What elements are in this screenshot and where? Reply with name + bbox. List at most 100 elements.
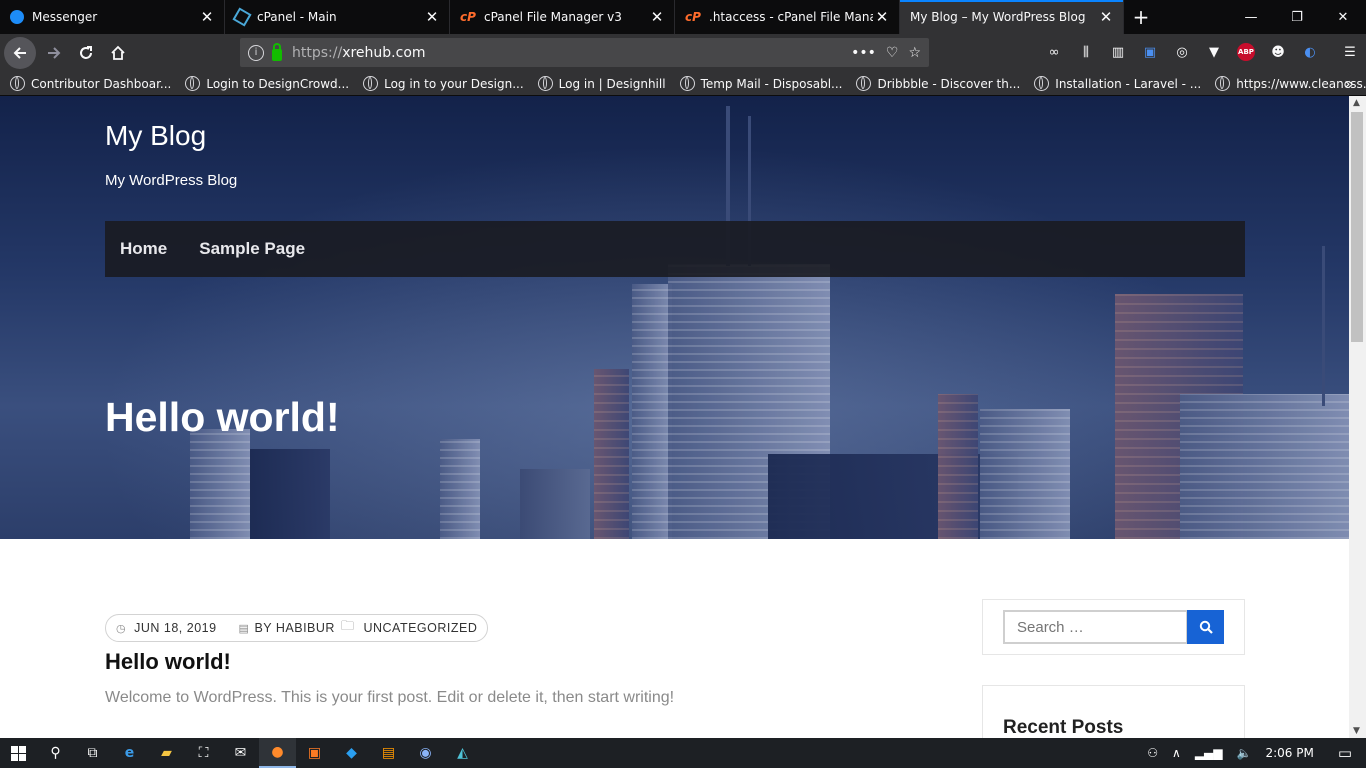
windows-logo-icon bbox=[11, 745, 26, 761]
bookmark-label: Temp Mail - Disposabl... bbox=[700, 76, 843, 91]
antenna bbox=[1322, 246, 1325, 406]
bookmark-label: Log in | Designhill bbox=[558, 76, 666, 91]
post-author[interactable]: BY HABIBUR bbox=[254, 621, 335, 635]
navigation-toolbar: i https:// xrehub.com ••• ♡ ☆ ∞ ⫼ ▥ ▣ ◎ … bbox=[0, 34, 1366, 72]
translate-icon[interactable]: ▣ bbox=[1136, 37, 1164, 67]
building bbox=[250, 449, 330, 539]
globe-icon bbox=[10, 76, 25, 91]
bookmark-label: Contributor Dashboar... bbox=[31, 76, 172, 91]
vue-icon[interactable]: ▼ bbox=[1200, 37, 1228, 67]
bookmark-item[interactable]: Installation - Laravel - ... bbox=[1034, 76, 1201, 91]
close-icon[interactable]: ✕ bbox=[1097, 8, 1115, 26]
xampp-icon[interactable]: ▣ bbox=[296, 738, 333, 768]
menu-icon[interactable]: ☰ bbox=[1336, 37, 1364, 67]
adblock-icon[interactable]: ABP bbox=[1237, 43, 1255, 61]
sidebar-icon[interactable]: ▥ bbox=[1104, 37, 1132, 67]
url-bar[interactable]: i https:// xrehub.com ••• ♡ ☆ bbox=[240, 38, 929, 67]
library-icon[interactable]: ⫼ bbox=[1072, 37, 1100, 67]
tab-my-blog[interactable]: My Blog – My WordPress Blog ✕ bbox=[900, 0, 1124, 34]
post-category[interactable]: UNCATEGORIZED bbox=[363, 621, 477, 635]
scroll-up-icon[interactable]: ▲ bbox=[1353, 98, 1360, 108]
close-icon[interactable]: ✕ bbox=[648, 8, 666, 26]
menu-item-home[interactable]: Home bbox=[120, 239, 167, 259]
bookmark-item[interactable]: Contributor Dashboar... bbox=[10, 76, 171, 91]
cpanel-icon: cP bbox=[460, 10, 476, 24]
new-tab-button[interactable]: + bbox=[1124, 0, 1158, 34]
bookmark-star-icon[interactable]: ☆ bbox=[908, 45, 921, 61]
post-title[interactable]: Hello world! bbox=[105, 649, 231, 675]
close-icon[interactable]: ✕ bbox=[873, 8, 891, 26]
extension-icon[interactable]: ◎ bbox=[1168, 37, 1196, 67]
bookmark-item[interactable]: Log in | Designhill bbox=[537, 76, 666, 91]
extension-globe-icon[interactable]: ◐ bbox=[1296, 37, 1324, 67]
back-button[interactable] bbox=[4, 37, 36, 69]
chevron-up-icon[interactable]: ∧ bbox=[1172, 746, 1181, 760]
maximize-button[interactable]: ❐ bbox=[1274, 0, 1320, 34]
tab-file-manager[interactable]: cP cPanel File Manager v3 ✕ bbox=[450, 0, 675, 34]
search-input[interactable] bbox=[1003, 610, 1188, 644]
building bbox=[1180, 394, 1349, 539]
tab-cpanel-main[interactable]: cPanel - Main ✕ bbox=[225, 0, 450, 34]
globe-icon bbox=[679, 76, 695, 91]
pocket-icon[interactable]: ♡ bbox=[886, 45, 899, 61]
avatar-icon[interactable]: ☻ bbox=[1264, 37, 1292, 67]
mail-icon[interactable]: ✉ bbox=[222, 738, 259, 768]
volume-icon[interactable]: 🔈 bbox=[1237, 746, 1252, 760]
building bbox=[190, 429, 250, 539]
bookmarks-toolbar: Contributor Dashboar... Login to DesignC… bbox=[0, 72, 1366, 96]
notifications-icon[interactable]: ▭ bbox=[1338, 744, 1352, 762]
hero-header: My Blog My WordPress Blog Home Sample Pa… bbox=[0, 96, 1349, 539]
tab-title: .htaccess - cPanel File Manager bbox=[709, 10, 873, 24]
firefox-icon[interactable]: ● bbox=[259, 738, 296, 768]
home-button[interactable] bbox=[102, 37, 134, 69]
post-meta: ◷ JUN 18, 2019 ▤ BY HABIBUR 🗀 UNCATEGORI… bbox=[105, 614, 489, 642]
info-icon[interactable]: i bbox=[248, 44, 264, 61]
edge-icon[interactable]: e bbox=[111, 738, 148, 768]
sublime-icon[interactable]: ▤ bbox=[370, 738, 407, 768]
primary-menu: Home Sample Page bbox=[105, 221, 1245, 277]
lock-icon[interactable] bbox=[272, 42, 282, 61]
chrome-icon[interactable]: ◉ bbox=[407, 738, 444, 768]
building bbox=[632, 284, 672, 539]
chevron-right-icon[interactable]: » bbox=[1344, 74, 1354, 93]
recent-posts-heading: Recent Posts bbox=[1003, 717, 1124, 738]
bookmark-item[interactable]: Dribbble - Discover th... bbox=[856, 76, 1020, 91]
reload-button[interactable] bbox=[70, 37, 102, 69]
search-taskbar-icon[interactable]: ⚲ bbox=[37, 738, 74, 768]
window-close-button[interactable]: ✕ bbox=[1320, 0, 1366, 34]
people-icon[interactable]: ⚇ bbox=[1147, 746, 1158, 760]
task-view-icon[interactable]: ⧉ bbox=[74, 738, 111, 768]
start-button[interactable] bbox=[0, 738, 37, 768]
site-description: My WordPress Blog bbox=[105, 172, 238, 189]
building bbox=[440, 439, 480, 539]
forward-button[interactable] bbox=[38, 37, 70, 69]
close-icon[interactable]: ✕ bbox=[198, 8, 216, 26]
mask-icon[interactable]: ∞ bbox=[1040, 37, 1068, 67]
tab-htaccess[interactable]: cP .htaccess - cPanel File Manager ✕ bbox=[675, 0, 900, 34]
building bbox=[938, 394, 978, 539]
menu-item-sample-page[interactable]: Sample Page bbox=[199, 239, 305, 259]
vscode-icon[interactable]: ◆ bbox=[333, 738, 370, 768]
bookmark-label: Login to DesignCrowd... bbox=[206, 76, 350, 91]
store-icon[interactable]: ⛶ bbox=[185, 738, 222, 768]
network-icon[interactable]: ▂▄▆ bbox=[1195, 746, 1223, 760]
minimize-button[interactable]: — bbox=[1228, 0, 1274, 34]
bookmark-item[interactable]: Login to DesignCrowd... bbox=[185, 76, 349, 91]
page-actions-icon[interactable]: ••• bbox=[851, 45, 876, 61]
messenger-icon bbox=[10, 10, 24, 24]
tab-messenger[interactable]: Messenger ✕ bbox=[0, 0, 225, 34]
clock-time[interactable]: 2:06 PM bbox=[1265, 746, 1313, 760]
bookmark-item[interactable]: Temp Mail - Disposabl... bbox=[679, 76, 843, 91]
bookmark-item[interactable]: Log in to your Design... bbox=[363, 76, 524, 91]
search-button[interactable] bbox=[1187, 610, 1224, 644]
vertical-scrollbar[interactable]: ▲ ▼ bbox=[1349, 96, 1366, 738]
filezilla-icon[interactable]: ◭ bbox=[444, 738, 481, 768]
site-title[interactable]: My Blog bbox=[105, 120, 206, 152]
scrollbar-thumb[interactable] bbox=[1351, 112, 1363, 342]
page-viewport: My Blog My WordPress Blog Home Sample Pa… bbox=[0, 96, 1349, 738]
close-icon[interactable]: ✕ bbox=[423, 8, 441, 26]
scroll-down-icon[interactable]: ▼ bbox=[1353, 726, 1360, 736]
bookmark-label: Log in to your Design... bbox=[384, 76, 524, 91]
file-explorer-icon[interactable]: ▰ bbox=[148, 738, 185, 768]
post-date[interactable]: JUN 18, 2019 bbox=[134, 621, 216, 635]
